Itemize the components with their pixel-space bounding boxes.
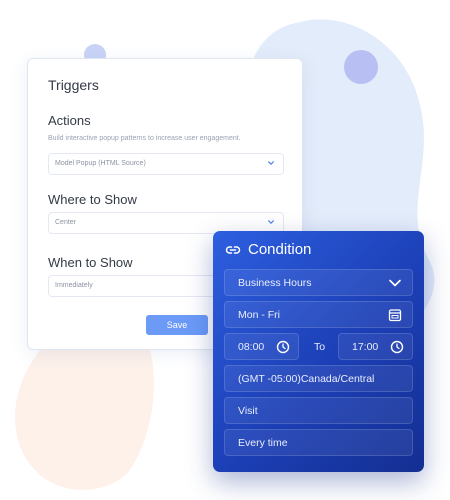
link-icon — [225, 245, 241, 254]
calendar-icon — [388, 309, 402, 322]
when-heading: When to Show — [48, 255, 133, 270]
where-select-value: Center — [55, 219, 77, 226]
condition-card: Condition Business Hours Mon - Fri 08:00… — [213, 231, 424, 472]
actions-heading: Actions — [48, 113, 91, 128]
triggers-title: Triggers — [48, 77, 99, 93]
chevron-down-icon — [389, 279, 401, 287]
frequency-field[interactable]: Every time — [224, 429, 413, 456]
schedule-select[interactable]: Business Hours — [224, 269, 413, 296]
end-time-field[interactable]: 17:00 — [338, 333, 413, 360]
when-select-value: Immediately — [55, 282, 93, 289]
condition-title: Condition — [248, 241, 312, 258]
frequency-value: Every time — [238, 436, 288, 449]
actions-select-value: Model Popup (HTML Source) — [55, 160, 146, 167]
days-field[interactable]: Mon - Fri — [224, 301, 413, 328]
actions-select[interactable]: Model Popup (HTML Source) — [48, 153, 284, 175]
days-value: Mon - Fri — [238, 308, 280, 321]
save-button[interactable]: Save — [146, 315, 208, 335]
schedule-select-value: Business Hours — [238, 276, 312, 289]
clock-icon — [276, 340, 290, 354]
end-time-value: 17:00 — [352, 340, 379, 353]
to-label: To — [314, 341, 326, 353]
timezone-field[interactable]: (GMT -05:00)Canada/Central — [224, 365, 413, 392]
start-time-value: 08:00 — [238, 340, 265, 353]
timezone-value: (GMT -05:00)Canada/Central — [238, 372, 375, 385]
where-heading: Where to Show — [48, 192, 137, 207]
chevron-down-icon — [268, 220, 274, 224]
chevron-down-icon — [268, 161, 274, 165]
event-field[interactable]: Visit — [224, 397, 413, 424]
actions-description: Build interactive popup patterns to incr… — [48, 135, 241, 142]
clock-icon — [390, 340, 404, 354]
condition-header: Condition — [225, 241, 311, 258]
start-time-field[interactable]: 08:00 — [224, 333, 299, 360]
event-value: Visit — [238, 404, 258, 417]
